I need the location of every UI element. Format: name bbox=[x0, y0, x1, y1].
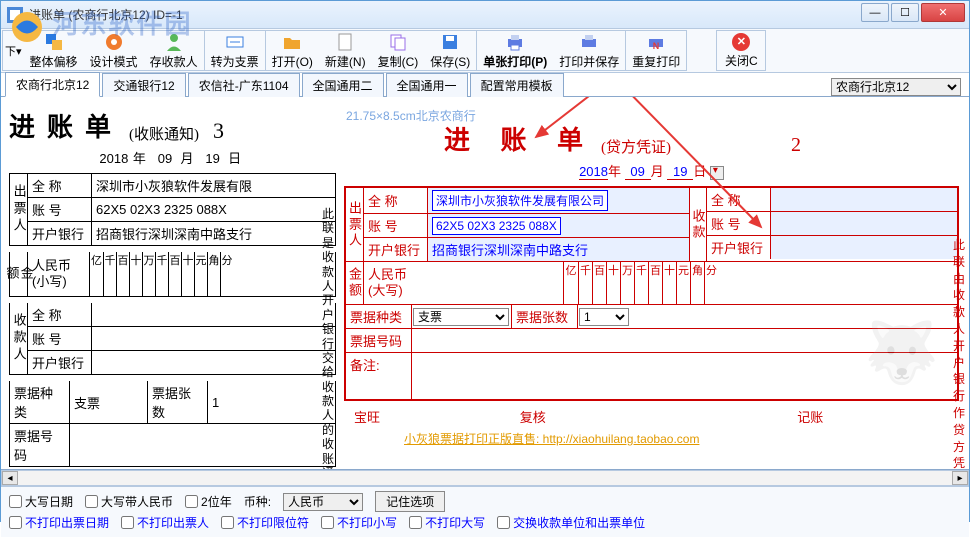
cb-no-print-limit[interactable]: 不打印限位符 bbox=[221, 514, 309, 531]
convert-cheque-button[interactable]: 转为支票 bbox=[205, 31, 265, 70]
left-account-value[interactable]: 62X5 02X3 2325 088X bbox=[92, 198, 335, 221]
app-icon bbox=[7, 7, 23, 23]
cb-daxie-date[interactable]: 大写日期 bbox=[9, 493, 73, 510]
save-payee-button[interactable]: 存收款人 bbox=[144, 31, 204, 70]
scroll-right-button[interactable]: ▸ bbox=[952, 471, 968, 485]
left-count-value[interactable]: 1 bbox=[208, 381, 335, 423]
print-icon bbox=[504, 32, 526, 52]
remember-options-button[interactable]: 记住选项 bbox=[375, 491, 445, 512]
right-subtitle: (贷方凭证) bbox=[601, 136, 671, 157]
maximize-button[interactable]: ☐ bbox=[891, 3, 919, 22]
right-count-select[interactable]: 1 bbox=[579, 308, 629, 326]
save-icon bbox=[439, 32, 461, 52]
right-date: 2018年 09月 19日 bbox=[344, 161, 959, 180]
open-button[interactable]: 打开(O) bbox=[266, 31, 319, 70]
new-button[interactable]: 新建(N) bbox=[319, 31, 372, 70]
left-name-value[interactable]: 深圳市小灰狼软件发展有限 bbox=[92, 174, 335, 197]
close-app-button[interactable]: ✕关闭C bbox=[717, 31, 765, 70]
right-payee-name[interactable] bbox=[771, 188, 957, 211]
tab-bank-4[interactable]: 全国通用一 bbox=[386, 73, 468, 97]
cb-no-print-lower[interactable]: 不打印小写 bbox=[321, 514, 397, 531]
left-side-note: 此联是收款人开户银行交给收款人的收账通知 bbox=[321, 207, 335, 470]
vendor-link[interactable]: 小灰狼票据打印正版直售: http://xiaohuilang.taobao.c… bbox=[404, 430, 959, 447]
options-panel: 大写日期 大写带人民币 2位年 币种: 人民币 记住选项 不打印出票日期 不打印… bbox=[1, 486, 969, 537]
close-icon: ✕ bbox=[730, 33, 752, 51]
cb-daxie-rmb[interactable]: 大写带人民币 bbox=[85, 493, 173, 510]
save-payee-icon bbox=[163, 32, 185, 52]
left-number: 3 bbox=[213, 118, 224, 144]
template-select[interactable]: 农商行北京12 bbox=[831, 78, 961, 96]
open-icon bbox=[281, 32, 303, 52]
right-serial-input[interactable] bbox=[412, 329, 957, 352]
right-title: 进 账 单 bbox=[444, 120, 595, 157]
reprint-button[interactable]: N重复打印 bbox=[626, 31, 686, 70]
cb-no-print-issuer[interactable]: 不打印出票人 bbox=[121, 514, 209, 531]
copy-icon bbox=[387, 32, 409, 52]
toolbar: 下▾ 整体偏移 设计模式 存收款人 转为支票 打开(O) 新建(N) 复制(C)… bbox=[1, 29, 969, 73]
dropdown-button[interactable]: 下▾ bbox=[3, 31, 24, 70]
right-payee-account[interactable] bbox=[771, 212, 957, 235]
right-type-select[interactable]: 支票 bbox=[413, 308, 509, 326]
left-date: 2018年 09月 19日 bbox=[9, 148, 336, 167]
minimize-button[interactable]: — bbox=[861, 3, 889, 22]
convert-icon bbox=[224, 32, 246, 52]
template-tabs: 农商行北京12 交通银行12 农信社-广东1104 全国通用二 全国通用一 配置… bbox=[1, 73, 969, 97]
offset-icon bbox=[43, 32, 65, 52]
currency-select[interactable]: 人民币 bbox=[283, 493, 363, 511]
tab-bank-1[interactable]: 交通银行12 bbox=[102, 73, 185, 97]
offset-button[interactable]: 整体偏移 bbox=[24, 31, 84, 70]
scroll-left-button[interactable]: ◂ bbox=[2, 471, 18, 485]
left-issuer-label: 出票人 bbox=[11, 184, 25, 235]
right-payee-bank[interactable] bbox=[771, 236, 957, 259]
copy-button[interactable]: 复制(C) bbox=[372, 31, 425, 70]
cb-swap-units[interactable]: 交换收款单位和出票单位 bbox=[497, 514, 645, 531]
design-icon bbox=[103, 32, 125, 52]
left-title: 进账单 bbox=[9, 107, 123, 144]
cb-2digit-year[interactable]: 2位年 bbox=[185, 493, 232, 510]
print-save-icon bbox=[578, 32, 600, 52]
save-button[interactable]: 保存(S) bbox=[424, 31, 476, 70]
right-remark-input[interactable] bbox=[412, 353, 957, 399]
main-area: 进账单 (收账通知) 3 2018年 09月 19日 出票人 全 称深圳市小灰狼… bbox=[1, 97, 969, 470]
tab-bank-5[interactable]: 配置常用模板 bbox=[470, 73, 564, 97]
left-payee-account[interactable] bbox=[92, 327, 335, 350]
new-icon bbox=[334, 32, 356, 52]
left-serial-value[interactable] bbox=[70, 424, 335, 466]
right-bank-input[interactable]: 招商银行深圳深南中路支行 bbox=[428, 238, 689, 261]
tab-bank-3[interactable]: 全国通用二 bbox=[302, 73, 384, 97]
tab-bank-2[interactable]: 农信社-广东1104 bbox=[188, 73, 300, 97]
tab-bank-0[interactable]: 农商行北京12 bbox=[5, 72, 100, 97]
reprint-icon: N bbox=[645, 32, 667, 52]
design-mode-button[interactable]: 设计模式 bbox=[84, 31, 144, 70]
window-title: 进账单 (农商行北京12) ID=-1 bbox=[29, 6, 963, 23]
print-save-button[interactable]: 打印并保存 bbox=[553, 31, 625, 70]
left-amount-grid[interactable] bbox=[90, 268, 335, 296]
close-button[interactable]: ✕ bbox=[921, 3, 965, 22]
right-amount-grid[interactable] bbox=[564, 278, 957, 304]
left-subtitle: (收账通知) bbox=[129, 123, 199, 144]
cb-no-print-date[interactable]: 不打印出票日期 bbox=[9, 514, 109, 531]
right-account-input[interactable]: 62X5 02X3 2325 088X bbox=[432, 217, 561, 235]
left-payee-name[interactable] bbox=[92, 303, 335, 326]
date-dropdown-button[interactable] bbox=[710, 166, 724, 180]
right-number: 2 bbox=[791, 134, 801, 157]
print-single-button[interactable]: 单张打印(P) bbox=[477, 31, 553, 70]
svg-text:N: N bbox=[653, 41, 660, 51]
left-type-value[interactable]: 支票 bbox=[70, 381, 148, 423]
right-side-note: 此联由收款人开户银行作贷方凭证 bbox=[951, 237, 967, 470]
cb-no-print-upper[interactable]: 不打印大写 bbox=[409, 514, 485, 531]
left-payee-bank[interactable] bbox=[92, 351, 335, 374]
horizontal-scrollbar[interactable]: ◂ ▸ bbox=[1, 470, 969, 486]
right-name-input[interactable]: 深圳市小灰狼软件发展有限公司 bbox=[432, 190, 608, 211]
left-bank-value[interactable]: 招商银行深圳深南中路支行 bbox=[92, 222, 335, 245]
